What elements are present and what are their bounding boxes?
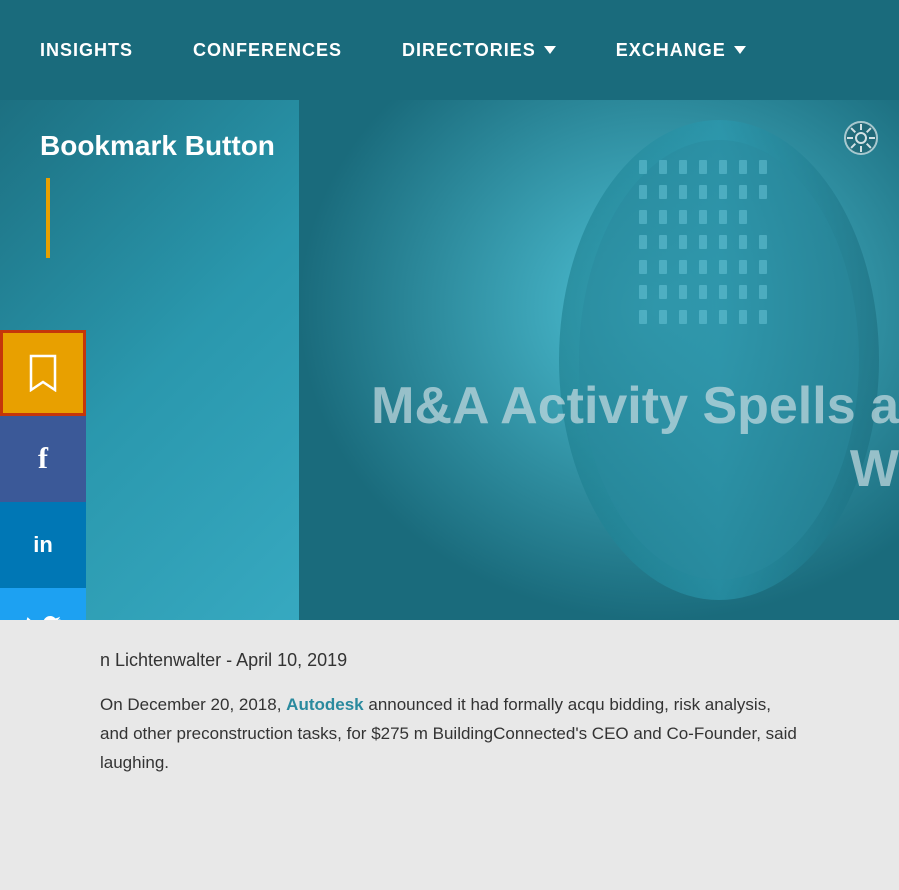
exchange-label: EXCHANGE	[616, 40, 726, 61]
nav-item-exchange[interactable]: EXCHANGE	[616, 40, 746, 61]
article-author-partial: n Lichtenwalter - April 10, 2019	[100, 650, 347, 670]
main-navigation: INSIGHTS CONFERENCES DIRECTORIES EXCHANG…	[0, 0, 899, 100]
article-meta: n Lichtenwalter - April 10, 2019	[100, 650, 799, 671]
facebook-button[interactable]: f	[0, 416, 86, 502]
facebook-icon: f	[38, 442, 48, 476]
exchange-arrow-icon	[734, 46, 746, 54]
article-content: n Lichtenwalter - April 10, 2019 On Dece…	[0, 620, 899, 890]
autodesk-link[interactable]: Autodesk	[286, 695, 363, 714]
twitter-button[interactable]	[0, 588, 86, 620]
directories-arrow-icon	[544, 46, 556, 54]
linkedin-button[interactable]: in	[0, 502, 86, 588]
twitter-icon	[25, 616, 61, 620]
settings-icon[interactable]	[843, 120, 879, 156]
social-sidebar: f in g+	[0, 330, 86, 620]
hero-title-line2: W	[371, 438, 899, 500]
linkedin-icon: in	[33, 532, 53, 558]
hero-label: Bookmark Button	[40, 130, 859, 162]
nav-item-conferences[interactable]: CONFERENCES	[193, 40, 342, 61]
nav-item-insights[interactable]: INSIGHTS	[40, 40, 133, 61]
article-body-start: On December 20, 2018,	[100, 695, 286, 714]
nav-item-directories[interactable]: DIRECTORIES	[402, 40, 556, 61]
article-body: On December 20, 2018, Autodesk announced…	[100, 691, 799, 778]
directories-label: DIRECTORIES	[402, 40, 536, 61]
bookmark-button[interactable]	[0, 330, 86, 416]
hero-section: Bookmark Button M&A Activity Spells a W …	[0, 100, 899, 620]
hero-vertical-line	[46, 178, 50, 258]
hero-content: Bookmark Button	[0, 100, 899, 288]
hero-article-title: M&A Activity Spells a W	[371, 375, 899, 500]
hero-title-line1: M&A Activity Spells a	[371, 375, 899, 437]
